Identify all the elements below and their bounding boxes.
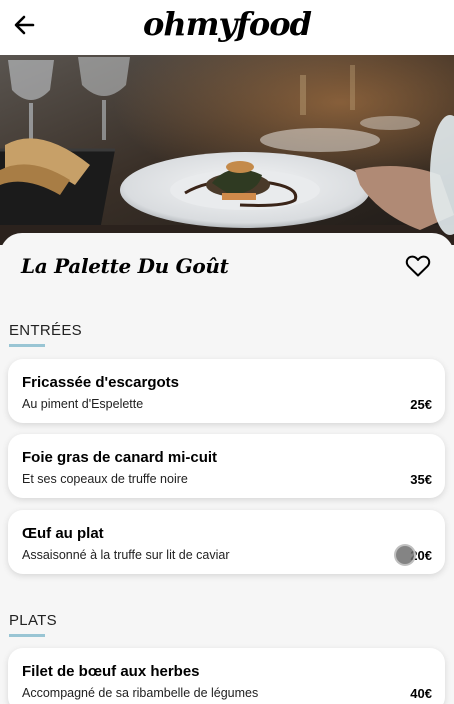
dish-price: 40€ bbox=[410, 686, 432, 701]
dish-name: Fricassée d'escargots bbox=[22, 374, 179, 391]
dish-name: Filet de bœuf aux herbes bbox=[22, 663, 200, 680]
section-title-plats: PLATS bbox=[9, 612, 57, 629]
restaurant-hero-image bbox=[0, 55, 454, 245]
dish-description: Accompagné de sa ribambelle de légumes bbox=[22, 686, 259, 700]
dish-card-filet-boeuf[interactable]: Filet de bœuf aux herbes Accompagné de s… bbox=[8, 648, 445, 704]
dish-card-fricassee[interactable]: Fricassée d'escargots Au piment d'Espele… bbox=[8, 359, 445, 423]
restaurant-name: La Palette Du Goût bbox=[21, 254, 229, 278]
app-logo[interactable]: ohmyfood bbox=[0, 5, 454, 43]
dish-name: Œuf au plat bbox=[22, 525, 104, 542]
favorite-button[interactable] bbox=[405, 254, 431, 278]
dish-description: Au piment d'Espelette bbox=[22, 397, 144, 411]
dish-price: 35€ bbox=[410, 472, 432, 487]
touch-cursor-indicator bbox=[394, 544, 416, 566]
heart-outline-icon bbox=[405, 255, 431, 277]
dish-description: Assaisonné à la truffe sur lit de caviar bbox=[22, 548, 230, 562]
section-underline bbox=[9, 344, 45, 347]
section-title-entrees: ENTRÉES bbox=[9, 322, 82, 339]
dish-description: Et ses copeaux de truffe noire bbox=[22, 472, 188, 486]
dish-name: Foie gras de canard mi-cuit bbox=[22, 449, 218, 466]
dish-price: 25€ bbox=[410, 397, 432, 412]
section-underline bbox=[9, 634, 45, 637]
dish-card-foie-gras[interactable]: Foie gras de canard mi-cuit Et ses copea… bbox=[8, 434, 445, 498]
dish-card-oeuf[interactable]: Œuf au plat Assaisonné à la truffe sur l… bbox=[8, 510, 445, 574]
top-app-bar: ohmyfood bbox=[0, 0, 454, 55]
